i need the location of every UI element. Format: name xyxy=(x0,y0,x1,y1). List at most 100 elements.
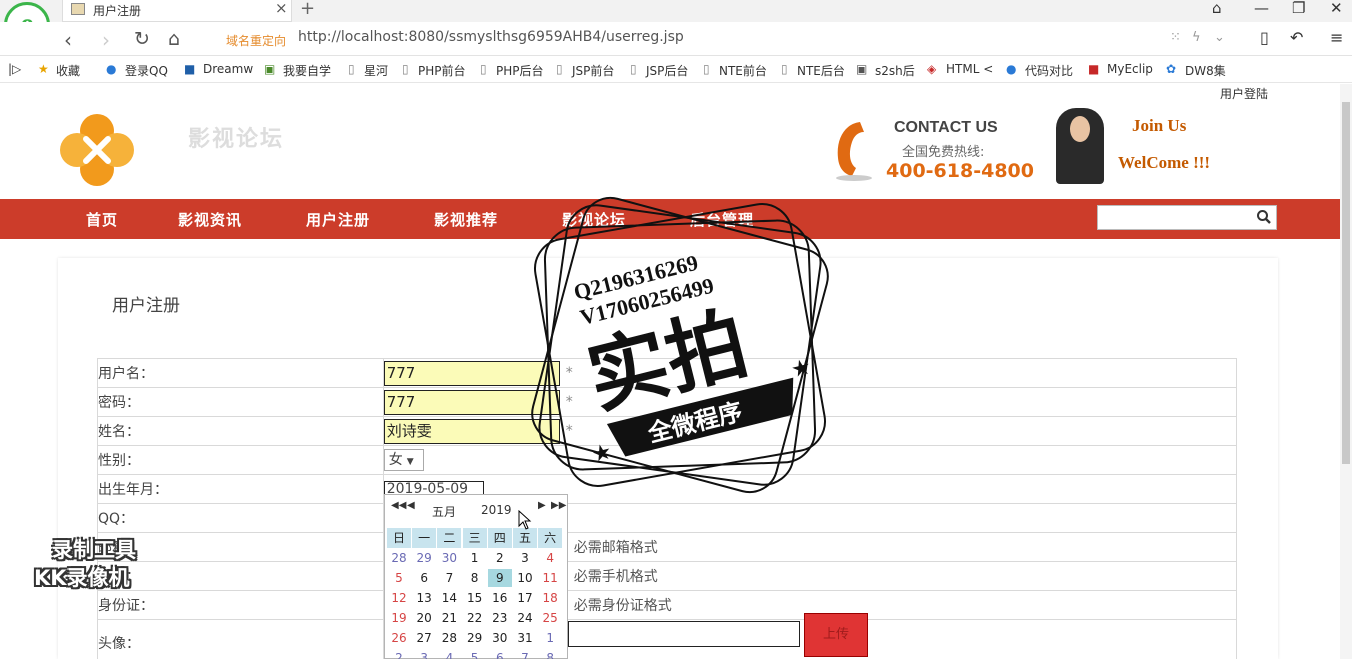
calendar-day[interactable]: 2 xyxy=(387,649,411,659)
gender-select[interactable]: 女 ▼ xyxy=(383,449,424,471)
calendar-day[interactable]: 27 xyxy=(412,629,436,647)
nav-news[interactable]: 影视资讯 xyxy=(178,209,242,230)
back-icon[interactable]: ‹ xyxy=(64,28,72,52)
bookmark-item[interactable]: PHP后台 xyxy=(496,62,544,79)
bookmark-item[interactable]: MyEclip xyxy=(1107,62,1153,76)
calendar-day-selected[interactable]: 9 xyxy=(487,569,512,587)
calendar-day[interactable]: 16 xyxy=(488,589,512,607)
star-icon: ★ xyxy=(38,62,49,76)
calendar-day[interactable]: 7 xyxy=(513,649,537,659)
calendar-day[interactable]: 1 xyxy=(463,549,487,567)
skin-icon[interactable]: ⌂ xyxy=(1212,0,1222,17)
bookmark-item[interactable]: JSP后台 xyxy=(646,62,688,79)
calendar-day[interactable]: 13 xyxy=(412,589,436,607)
bookmark-item[interactable]: 登录QQ xyxy=(125,62,168,79)
calendar-day[interactable]: 1 xyxy=(538,629,562,647)
bookmark-item[interactable]: JSP前台 xyxy=(572,62,614,79)
search-input[interactable] xyxy=(1097,205,1277,230)
calendar-day[interactable]: 19 xyxy=(387,609,411,627)
forward-icon[interactable]: › xyxy=(102,28,110,52)
bookmark-item[interactable]: NTE前台 xyxy=(719,62,767,79)
calendar-day[interactable]: 23 xyxy=(488,609,512,627)
calendar-day[interactable]: 26 xyxy=(387,629,411,647)
calendar-day[interactable]: 22 xyxy=(463,609,487,627)
calendar-day[interactable]: 18 xyxy=(538,589,562,607)
calendar-day[interactable]: 3 xyxy=(513,549,537,567)
grid-icon[interactable]: ⁙ xyxy=(1170,30,1181,45)
next-month-icon[interactable]: ▶ xyxy=(538,500,546,511)
calendar-day[interactable]: 5 xyxy=(387,569,411,587)
reader-icon[interactable]: ▯ xyxy=(1260,28,1269,47)
nav-home[interactable]: 首页 xyxy=(86,209,118,230)
calendar-day[interactable]: 20 xyxy=(412,609,436,627)
bookmark-item[interactable]: s2sh后 xyxy=(875,62,915,79)
refresh-icon[interactable]: ↻ xyxy=(134,28,150,50)
bookmark-item[interactable]: PHP前台 xyxy=(418,62,466,79)
avatar-path-field[interactable] xyxy=(568,621,800,647)
calendar-day[interactable]: 28 xyxy=(437,629,461,647)
bookmark-item[interactable]: Dreamw xyxy=(203,62,253,76)
calendar-day[interactable]: 14 xyxy=(437,589,461,607)
bookmark-item[interactable]: 代码对比 xyxy=(1025,62,1073,79)
close-window-icon[interactable]: ✕ xyxy=(1330,0,1343,17)
url-field[interactable]: http://localhost:8080/ssmyslthsg6959AHB4… xyxy=(298,29,684,45)
phone-hint: 必需手机格式 xyxy=(573,569,658,585)
calendar-day[interactable]: 12 xyxy=(387,589,411,607)
calendar-day[interactable]: 3 xyxy=(412,649,436,659)
minimize-icon[interactable]: — xyxy=(1254,0,1269,17)
user-login-link[interactable]: 用户登陆 xyxy=(1220,85,1268,102)
calendar-day[interactable]: 29 xyxy=(412,549,436,567)
bookmark-item[interactable]: NTE后台 xyxy=(797,62,845,79)
year-select[interactable]: 2019 xyxy=(481,503,512,517)
prev-month-icon[interactable]: ◀ xyxy=(407,500,415,511)
month-select[interactable]: 五月 xyxy=(432,503,456,520)
bookmark-item[interactable]: 收藏 xyxy=(56,62,80,79)
calendar-day[interactable]: 21 xyxy=(437,609,461,627)
calendar-day[interactable]: 5 xyxy=(463,649,487,659)
recorder-line2: KK录像机 xyxy=(34,566,130,590)
nav-recommend[interactable]: 影视推荐 xyxy=(434,209,498,230)
upload-button[interactable]: 上传 xyxy=(804,613,868,657)
menu-icon[interactable]: ≡ xyxy=(1330,28,1343,47)
calendar-day[interactable]: 8 xyxy=(463,569,487,587)
calendar-day[interactable]: 7 xyxy=(437,569,461,587)
calendar-day[interactable]: 10 xyxy=(513,569,537,587)
bookmark-item[interactable]: HTML < xyxy=(946,62,993,76)
calendar-day[interactable]: 4 xyxy=(538,549,562,567)
folder-icon: ▯ xyxy=(703,62,710,76)
close-tab-icon[interactable]: × xyxy=(275,0,288,17)
restore-icon[interactable]: ❐ xyxy=(1292,0,1305,17)
calendar-day[interactable]: 25 xyxy=(538,609,562,627)
calendar-day[interactable]: 11 xyxy=(538,569,562,587)
new-tab-icon[interactable]: + xyxy=(300,0,315,19)
site-title: 影视论坛 xyxy=(188,127,285,152)
scrollbar-thumb[interactable] xyxy=(1342,102,1350,464)
calendar-day[interactable]: 29 xyxy=(463,629,487,647)
next-year-icon[interactable]: ▶▶ xyxy=(551,500,566,511)
prev-year-icon[interactable]: ◀◀ xyxy=(391,500,406,511)
lightning-icon[interactable]: ϟ xyxy=(1192,30,1201,45)
calendar-day[interactable]: 6 xyxy=(488,649,512,659)
chevron-down-icon[interactable]: ⌄ xyxy=(1214,30,1225,45)
calendar-day[interactable]: 15 xyxy=(463,589,487,607)
calendar-day[interactable]: 31 xyxy=(513,629,537,647)
bookmark-item[interactable]: 星河 xyxy=(364,62,388,79)
sidebar-toggle-icon[interactable]: |▷ xyxy=(8,62,21,76)
calendar-day[interactable]: 30 xyxy=(488,629,512,647)
calendar-day[interactable]: 6 xyxy=(412,569,436,587)
calendar-day[interactable]: 2 xyxy=(488,549,512,567)
calendar-day[interactable]: 28 xyxy=(387,549,411,567)
browser-tab[interactable]: 用户注册 × xyxy=(62,0,292,22)
calendar-day[interactable]: 17 xyxy=(513,589,537,607)
calendar-day[interactable]: 8 xyxy=(538,649,562,659)
undo-icon[interactable]: ↶ xyxy=(1290,28,1303,47)
search-icon[interactable] xyxy=(1256,209,1272,225)
bookmark-item[interactable]: 我要自学 xyxy=(283,62,331,79)
scrollbar[interactable] xyxy=(1340,84,1352,659)
nav-register[interactable]: 用户注册 xyxy=(306,209,370,230)
calendar-day[interactable]: 24 xyxy=(513,609,537,627)
calendar-day[interactable]: 4 xyxy=(437,649,461,659)
bookmark-item[interactable]: DW8集 xyxy=(1185,62,1226,79)
calendar-day[interactable]: 30 xyxy=(437,549,461,567)
home-icon[interactable]: ⌂ xyxy=(168,28,180,50)
